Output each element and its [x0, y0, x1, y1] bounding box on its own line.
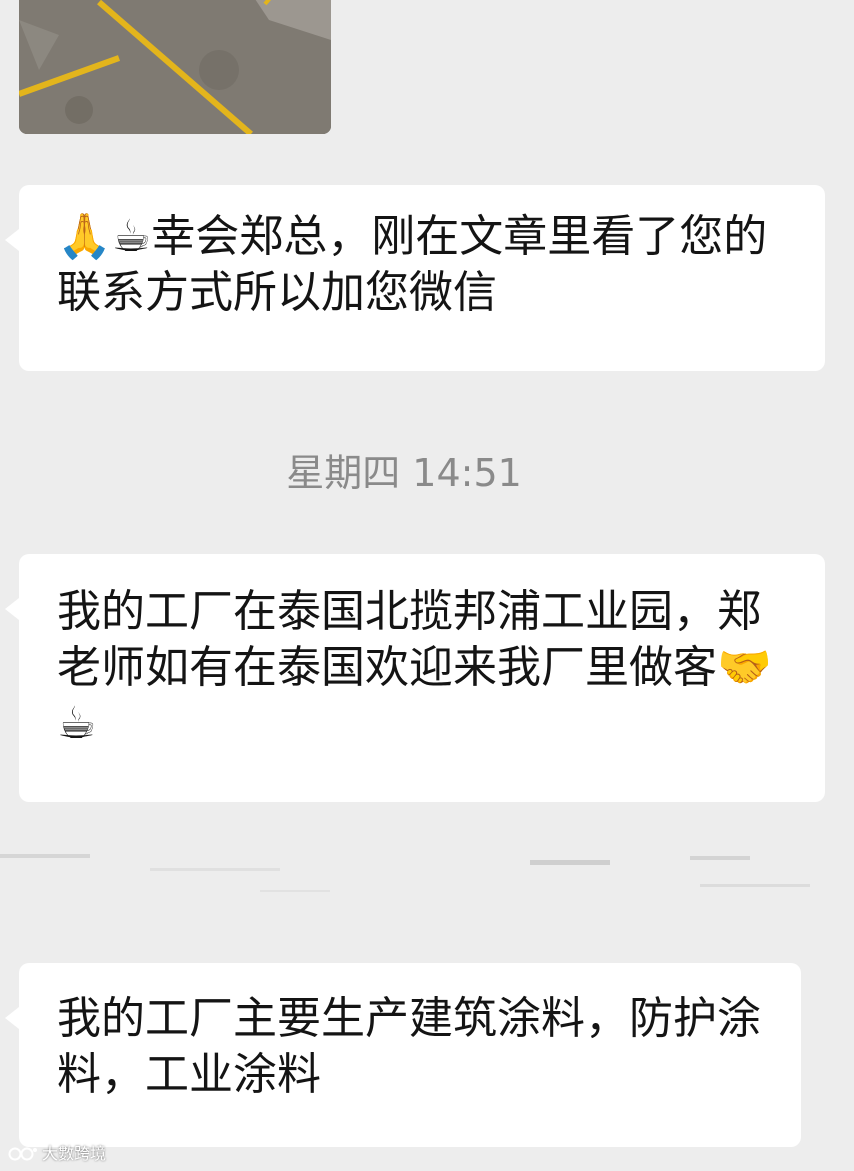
timestamp: 星期四 14:51	[286, 451, 522, 495]
parking-lot-photo[interactable]	[19, 0, 331, 134]
watermark-text: 大數跨境	[42, 1144, 107, 1163]
watermark: 大數跨境	[8, 1144, 106, 1164]
watermark-logo-icon	[8, 1147, 37, 1161]
message-text-3: 我的工厂主要生产建筑涂料，防护涂料，工业涂料	[57, 993, 761, 1100]
screenshot-seam-artifact	[0, 854, 810, 892]
message-bubble-3[interactable]: 我的工厂主要生产建筑涂料，防护涂料，工业涂料	[5, 963, 801, 1147]
message-bubble-1[interactable]: 🙏☕幸会郑总，刚在文章里看了您的联系方式所以加您微信	[5, 185, 825, 371]
message-text-1: 幸会郑总，刚在文章里看了您的联系方式所以加您微信	[57, 211, 768, 318]
pray-coffee-emoji-icon: 🙏☕	[57, 211, 152, 262]
message-bubble-2[interactable]: 我的工厂在泰国北揽邦浦工业园，郑老师如有在泰国欢迎来我厂里做客🤝☕	[5, 554, 825, 802]
message-text-2: 我的工厂在泰国北揽邦浦工业园，郑老师如有在泰国欢迎来我厂里做客	[57, 586, 761, 693]
